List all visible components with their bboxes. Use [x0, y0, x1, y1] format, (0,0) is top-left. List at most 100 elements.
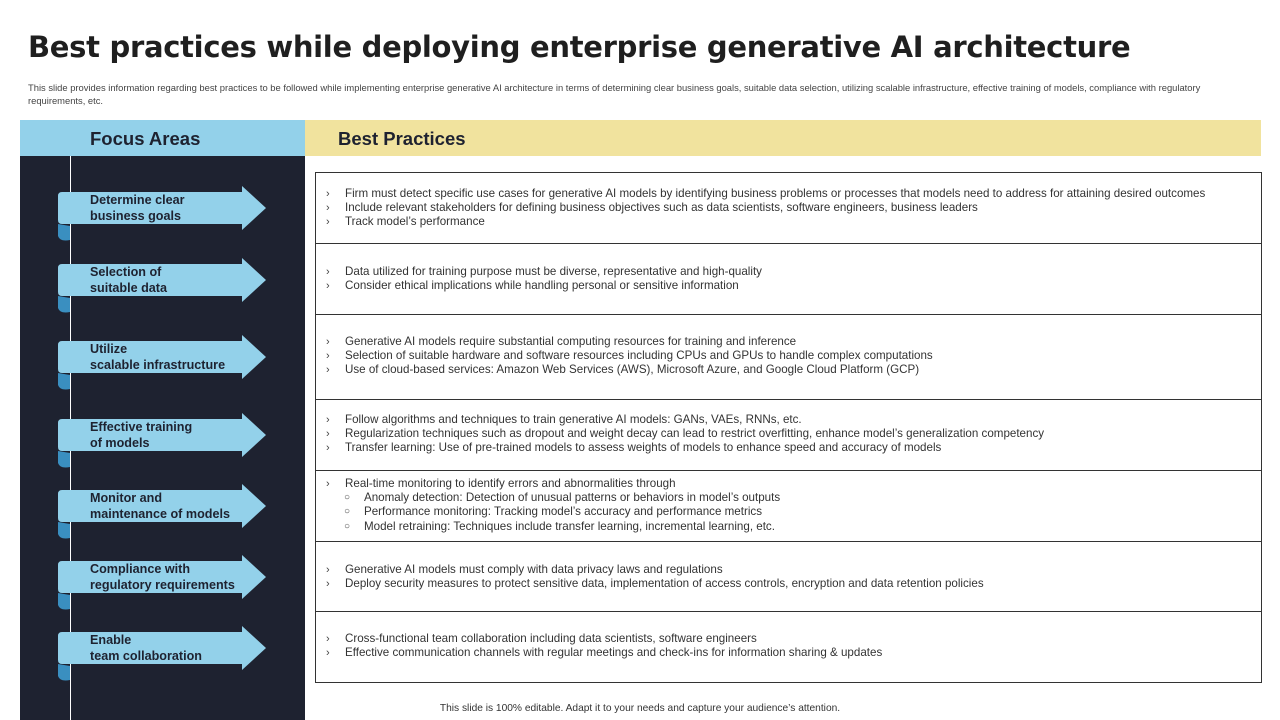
circle-bullet-icon: ○ [344, 506, 351, 518]
focus-area-monitor-and-maintenance-of-models: Monitor and maintenance of models [58, 484, 268, 539]
bullet-text: Performance monitoring: Tracking model’s… [364, 505, 763, 519]
chevron-bullet-icon: › [326, 478, 330, 490]
bullet-item: › Track model’s performance [326, 215, 1251, 229]
bullet-text: Regularization techniques such as dropou… [345, 427, 1045, 441]
chevron-bullet-icon: › [326, 414, 330, 426]
bullet-item: › Generative AI models require substantia… [326, 335, 1251, 349]
bullet-item: › Selection of suitable hardware and soft… [326, 349, 1251, 363]
page-title: Best practices while deploying enterpris… [28, 30, 1131, 64]
chevron-bullet-icon: › [326, 647, 330, 660]
sub-bullet-item: ○ Model retraining: Techniques include tr… [326, 520, 1251, 534]
bullet-text: Selection of suitable hardware and softw… [345, 349, 933, 363]
focus-area-compliance-with-regulatory-requirements: Compliance with regulatory requirements [58, 555, 268, 610]
focus-area-label-line: Determine clear [90, 193, 185, 207]
bullet-text: Deploy security measures to protect sens… [345, 577, 984, 591]
bullet-list: › Data utilized for training purpose must… [326, 265, 1251, 293]
bullet-item: › Follow algorithms and techniques to tra… [326, 413, 1251, 427]
bullet-text: Consider ethical implications while hand… [345, 279, 739, 293]
focus-area-label-line: Effective training [90, 420, 193, 434]
circle-bullet-icon: ○ [344, 492, 351, 504]
bullet-text: Follow algorithms and techniques to trai… [345, 413, 802, 426]
focus-areas-heading: Focus Areas [90, 128, 201, 149]
focus-area-label: Enable team collaboration [90, 632, 250, 664]
bullet-item: › Consider ethical implications while han… [326, 279, 1251, 293]
chevron-bullet-icon: › [326, 364, 330, 377]
bullet-text: Firm must detect specific use cases for … [345, 187, 1206, 200]
best-practices-table: › Firm must detect specific use cases for… [315, 172, 1262, 683]
bullet-text: Real-time monitoring to identify errors … [345, 477, 676, 490]
chevron-bullet-icon: › [326, 266, 330, 278]
bullet-item: › Include relevant stakeholders for defin… [326, 201, 1251, 215]
focus-area-determine-clear-business-goals: Determine clear business goals [58, 186, 268, 241]
focus-area-label-line: regulatory requirements [90, 578, 235, 592]
bullet-item: › Generative AI models must comply with d… [326, 563, 1251, 577]
circle-bullet-icon: ○ [344, 520, 351, 532]
chevron-bullet-icon: › [326, 216, 330, 229]
arrow-curl [58, 593, 70, 610]
bullet-text: Model retraining: Techniques include tra… [364, 519, 775, 533]
arrow-curl [58, 664, 70, 681]
bullet-text: Transfer learning: Use of pre-trained mo… [345, 441, 942, 455]
focus-area-label-line: Selection of [90, 265, 162, 279]
table-row: › Generative AI models must comply with d… [316, 542, 1261, 612]
focus-area-label-line: Enable [90, 633, 132, 647]
focus-area-label-line: suitable data [90, 281, 167, 295]
focus-area-label: Compliance with regulatory requirements [90, 561, 250, 593]
bullet-text: Track model’s performance [345, 215, 485, 229]
bullet-text: Effective communication channels with re… [345, 646, 883, 660]
arrow-curl [58, 296, 70, 313]
focus-area-label: Effective training of models [90, 419, 250, 451]
table-row: › Follow algorithms and techniques to tra… [316, 400, 1261, 471]
focus-area-label-line: of models [90, 436, 150, 450]
chevron-bullet-icon: › [326, 564, 330, 576]
focus-area-label: Determine clear business goals [90, 192, 250, 224]
bullet-item: › Cross-functional team collaboration inc… [326, 632, 1251, 646]
bullet-text: Cross-functional team collaboration incl… [345, 632, 757, 645]
bullet-item: › Effective communication channels with r… [326, 646, 1251, 660]
arrow-curl [58, 522, 70, 539]
chevron-bullet-icon: › [326, 633, 330, 645]
focus-area-label-line: maintenance of models [90, 507, 230, 521]
sub-bullet-item: ○ Performance monitoring: Tracking model’… [326, 505, 1251, 519]
focus-area-label-line: Utilize [90, 342, 128, 356]
focus-area-enable-team-collaboration: Enable team collaboration [58, 626, 268, 681]
chevron-bullet-icon: › [326, 428, 330, 441]
best-practices-heading: Best Practices [338, 128, 466, 149]
best-practices-header: Best Practices [305, 120, 1261, 156]
bullet-text: Generative AI models must comply with da… [345, 563, 723, 576]
focus-area-label-line: Monitor and [90, 491, 163, 505]
bullet-item: › Data utilized for training purpose must… [326, 265, 1251, 279]
table-row: › Firm must detect specific use cases for… [316, 173, 1261, 244]
bullet-list: › Follow algorithms and techniques to tra… [326, 413, 1251, 456]
bullet-text: Generative AI models require substantial… [345, 335, 797, 348]
arrow-curl [58, 224, 70, 241]
table-row: › Generative AI models require substantia… [316, 315, 1261, 400]
bullet-item: › Firm must detect specific use cases for… [326, 187, 1251, 201]
chevron-bullet-icon: › [326, 578, 330, 591]
table-row: › Cross-functional team collaboration inc… [316, 612, 1261, 683]
bullet-text: Include relevant stakeholders for defini… [345, 201, 978, 215]
table-row: › Data utilized for training purpose must… [316, 244, 1261, 315]
bullet-item: › Transfer learning: Use of pre-trained m… [326, 441, 1251, 455]
focus-area-label: Selection of suitable data [90, 264, 250, 296]
bullet-list: › Cross-functional team collaboration inc… [326, 632, 1251, 660]
arrow-curl [58, 373, 70, 390]
focus-area-label-line: business goals [90, 209, 181, 223]
focus-area-label-line: Compliance with [90, 562, 191, 576]
bullet-text: Use of cloud-based services: Amazon Web … [345, 363, 920, 377]
bullet-text: Anomaly detection: Detection of unusual … [364, 491, 781, 505]
chevron-bullet-icon: › [326, 280, 330, 293]
focus-area-label: Utilize scalable infrastructure [90, 341, 250, 373]
focus-area-label-line: team collaboration [90, 649, 202, 663]
arrow-curl [58, 451, 70, 468]
focus-area-selection-of-suitable-data: Selection of suitable data [58, 258, 268, 313]
bullet-list: › Real-time monitoring to identify errors… [326, 477, 1251, 534]
focus-area-utilize-scalable-infrastructure: Utilize scalable infrastructure [58, 335, 268, 390]
sub-bullet-item: ○ Anomaly detection: Detection of unusual… [326, 491, 1251, 505]
focus-areas-header: Focus Areas [20, 120, 305, 156]
chevron-bullet-icon: › [326, 202, 330, 215]
bullet-item: › Regularization techniques such as dropo… [326, 427, 1251, 441]
footer-note: This slide is 100% editable. Adapt it to… [439, 703, 841, 714]
bullet-item: › Use of cloud-based services: Amazon Web… [326, 363, 1251, 377]
bullet-list: › Generative AI models must comply with d… [326, 563, 1251, 591]
